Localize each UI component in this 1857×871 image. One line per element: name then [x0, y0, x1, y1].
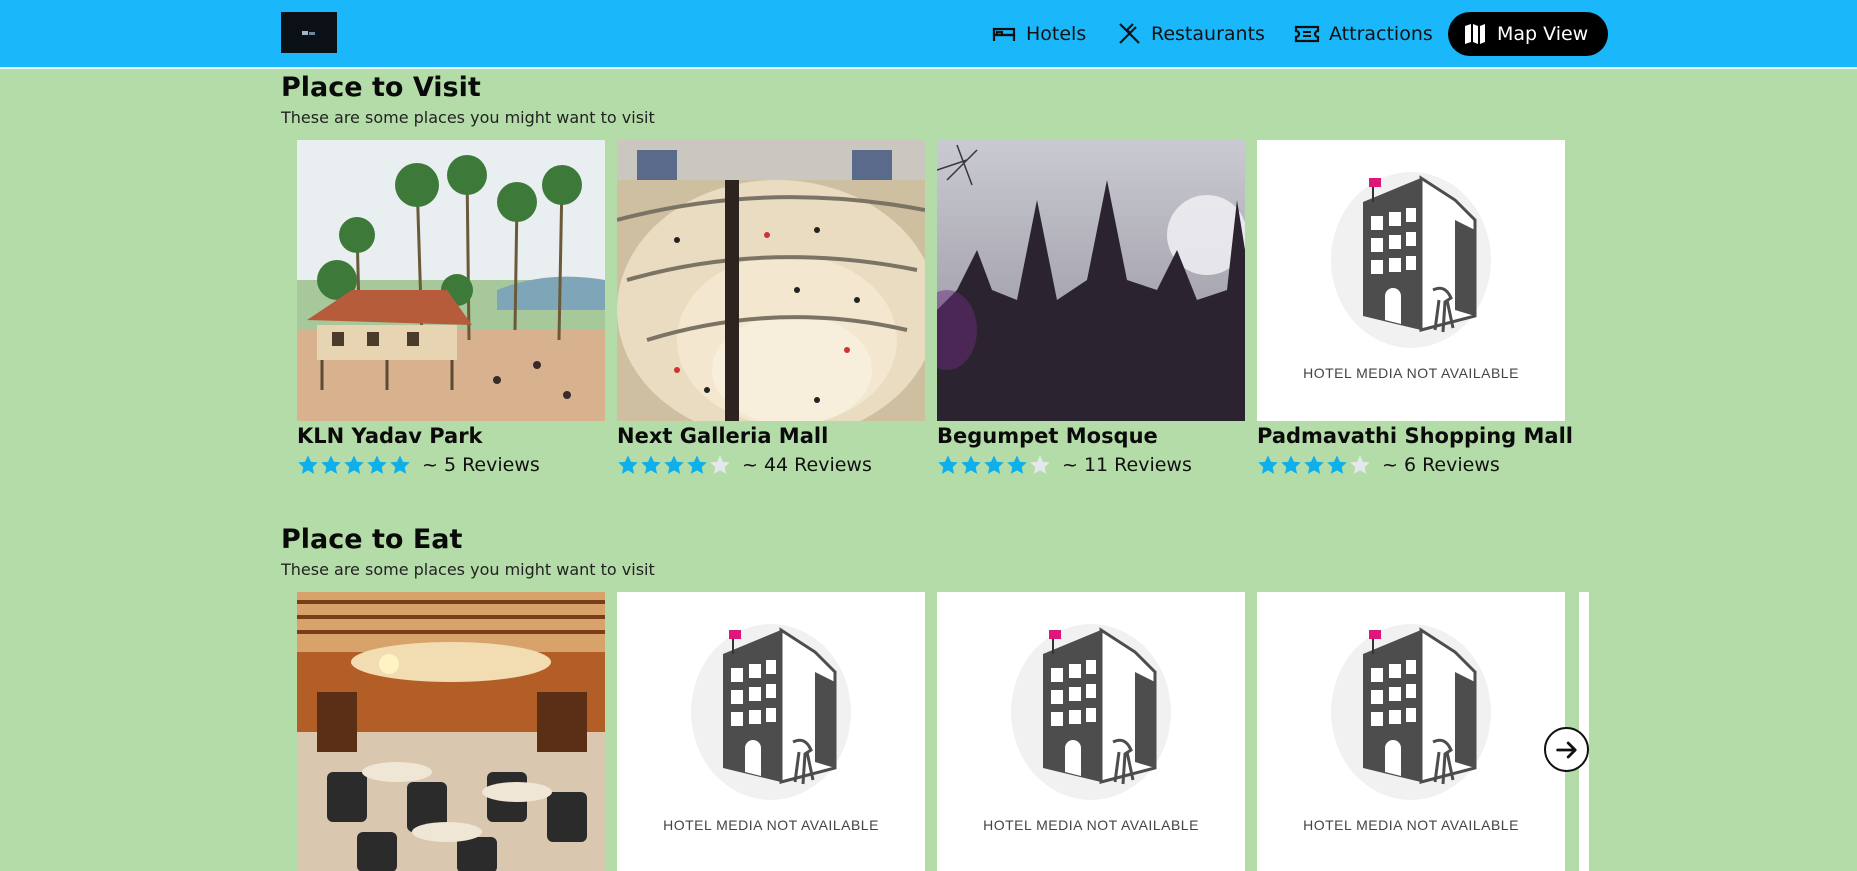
eat-card[interactable]: HOTEL MEDIA NOT AVAILABLE [1257, 592, 1565, 871]
star-filled-icon [618, 455, 638, 474]
placeholder-text: HOTEL MEDIA NOT AVAILABLE [1303, 365, 1519, 381]
visit-section-subtitle: These are some places you might want to … [281, 108, 655, 127]
star-filled-icon [1007, 455, 1027, 474]
eat-card[interactable] [297, 592, 605, 871]
carousel-next-button[interactable] [1544, 727, 1589, 772]
eat-card[interactable]: HOTEL MEDIA NOT AVAILABLE [617, 592, 925, 871]
eat-card[interactable]: HOTEL MEDIA NOT AVAILABLE [937, 592, 1245, 871]
placeholder-image[interactable]: HOTEL MEDIA NOT AVAILABLE [1257, 140, 1565, 421]
visit-card[interactable]: KLN Yadav Park ~ 5 Reviews [297, 140, 605, 476]
arrow-right-icon [1555, 741, 1577, 758]
eat-section-title: Place to Eat [281, 524, 463, 555]
star-empty-icon [710, 455, 730, 474]
visit-card[interactable]: Begumpet Mosque ~ 11 Reviews [937, 140, 1245, 476]
star-filled-icon [1304, 455, 1324, 474]
star-empty-icon [1030, 455, 1050, 474]
review-count: ~ 11 Reviews [1062, 454, 1192, 476]
star-empty-icon [1350, 455, 1370, 474]
village-painting-image[interactable] [297, 140, 605, 421]
star-rating [297, 454, 412, 476]
nav-restaurants-label: Restaurants [1151, 23, 1265, 45]
star-rating [937, 454, 1052, 476]
star-filled-icon [1258, 455, 1278, 474]
app-logo[interactable] [281, 12, 337, 53]
rating-row: ~ 5 Reviews [297, 454, 540, 476]
star-filled-icon [664, 455, 684, 474]
restaurant-interior-image[interactable] [297, 592, 605, 871]
nav-attractions-label: Attractions [1329, 23, 1433, 45]
star-filled-icon [344, 455, 364, 474]
nav-hotels-label: Hotels [1026, 23, 1087, 45]
nav-attractions[interactable]: Attractions [1294, 12, 1433, 56]
star-filled-icon [367, 455, 387, 474]
placeholder-text: HOTEL MEDIA NOT AVAILABLE [663, 817, 879, 833]
placeholder-image[interactable]: HOTEL MEDIA NOT AVAILABLE [937, 592, 1245, 871]
nav-map-view-label: Map View [1497, 23, 1589, 45]
star-filled-icon [641, 455, 661, 474]
star-filled-icon [938, 455, 958, 474]
rating-row: ~ 6 Reviews [1257, 454, 1500, 476]
top-navbar: Hotels Restaurants Attractions Map View [0, 0, 1857, 69]
placeholder-text: HOTEL MEDIA NOT AVAILABLE [1303, 817, 1519, 833]
place-name[interactable]: Padmavathi Shopping Mall [1257, 424, 1573, 448]
visit-card[interactable]: HOTEL MEDIA NOT AVAILABLE Padmavathi Sho… [1257, 140, 1573, 476]
review-count: ~ 6 Reviews [1382, 454, 1500, 476]
review-count: ~ 44 Reviews [742, 454, 872, 476]
place-name[interactable]: Next Galleria Mall [617, 424, 828, 448]
nav-restaurants[interactable]: Restaurants [1116, 12, 1265, 56]
eat-section-subtitle: These are some places you might want to … [281, 560, 655, 579]
logo-icon [302, 30, 315, 35]
nav-hotels[interactable]: Hotels [991, 12, 1086, 56]
review-count: ~ 5 Reviews [422, 454, 540, 476]
bed-icon [991, 21, 1017, 47]
placeholder-text: HOTEL MEDIA NOT AVAILABLE [983, 817, 1199, 833]
place-name[interactable]: Begumpet Mosque [937, 424, 1158, 448]
visit-card[interactable]: Next Galleria Mall ~ 44 Reviews [617, 140, 925, 476]
star-filled-icon [390, 455, 410, 474]
map-icon [1462, 21, 1488, 47]
visit-section-title: Place to Visit [281, 72, 481, 103]
rating-row: ~ 44 Reviews [617, 454, 872, 476]
mall-interior-image[interactable] [617, 140, 925, 421]
star-rating [617, 454, 732, 476]
mosque-silhouette-image[interactable] [937, 140, 1245, 421]
star-filled-icon [298, 455, 318, 474]
star-rating [1257, 454, 1372, 476]
star-filled-icon [1327, 455, 1347, 474]
nav-map-view[interactable]: Map View [1448, 12, 1609, 56]
star-filled-icon [984, 455, 1004, 474]
place-name[interactable]: KLN Yadav Park [297, 424, 483, 448]
placeholder-image[interactable]: HOTEL MEDIA NOT AVAILABLE [617, 592, 925, 871]
star-filled-icon [961, 455, 981, 474]
star-filled-icon [687, 455, 707, 474]
star-filled-icon [321, 455, 341, 474]
placeholder-image[interactable]: HOTEL MEDIA NOT AVAILABLE [1257, 592, 1565, 871]
utensils-icon [1116, 21, 1142, 47]
ticket-icon [1294, 21, 1320, 47]
star-filled-icon [1281, 455, 1301, 474]
rating-row: ~ 11 Reviews [937, 454, 1192, 476]
